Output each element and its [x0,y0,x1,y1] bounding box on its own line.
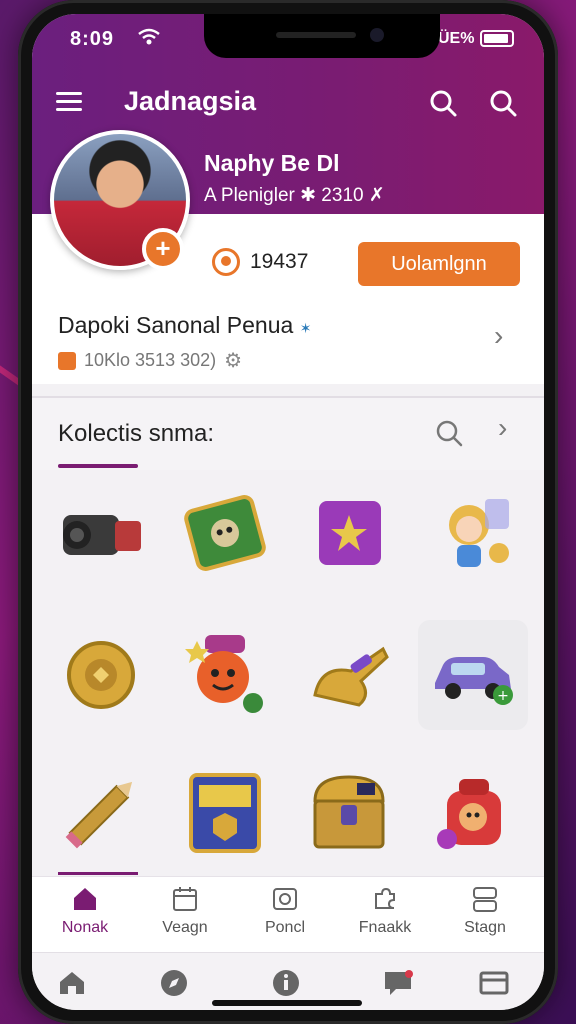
menu-icon[interactable] [56,92,82,111]
search-icon[interactable] [434,418,464,448]
collection-item[interactable] [418,480,528,590]
purple-box-icon [301,485,397,586]
gear-icon: ⚙ [224,350,243,372]
robot-box-icon [177,485,273,586]
action-button[interactable]: Uolamlgnn [358,242,520,286]
svg-text:+: + [497,688,509,704]
collection-grid: + [42,476,534,872]
tab-puzzle[interactable]: Fnaakk [340,885,430,937]
card-icon [177,765,273,866]
tab-label: Stagn [464,919,506,936]
phone-frame: 8:09 ÜE% Jadnagsia Dapoki Sanonal Penua [18,0,558,1024]
pencil-icon [53,765,149,866]
tab-bar: Nonak Veagn Poncl Fnaakk Stagn [32,876,544,952]
collection-item[interactable] [46,480,156,590]
info-title: Dapoki Sanonal Penua ✶ [58,312,311,339]
collection-item[interactable] [170,760,280,870]
collection-item[interactable] [418,760,528,870]
tab-home[interactable]: Nonak [40,885,130,937]
tab-cards[interactable]: Stagn [440,885,530,937]
home-indicator [212,1000,362,1006]
phone-screen: 8:09 ÜE% Jadnagsia Dapoki Sanonal Penua [32,14,544,1010]
collection-item[interactable] [294,620,404,730]
treasure-chest-icon [301,765,397,866]
coin-value: 19437 [250,250,309,273]
app-title: Jadnagsia [124,86,257,116]
collection-item[interactable] [170,620,280,730]
search-icon[interactable] [428,88,458,118]
battery-icon [480,30,514,47]
tag-icon [58,351,76,370]
puzzle-icon [371,885,399,913]
info-icon[interactable] [270,967,302,999]
coin-count: 19437 [212,248,308,276]
profile-name: Naphy Be Dl [204,150,340,176]
notch [204,14,440,58]
chat-icon[interactable] [382,967,414,999]
wallet-icon[interactable] [478,967,510,999]
add-badge[interactable]: + [142,228,184,270]
compass-icon[interactable] [158,967,190,999]
collection-header: Kolectis snma: › [32,398,544,470]
camera-icon [53,485,149,586]
tab-label: Poncl [264,919,306,936]
red-character-icon [425,765,521,866]
gold-shoe-icon [301,625,397,726]
collection-item[interactable] [46,760,156,870]
collection-item[interactable] [170,480,280,590]
tab-label: Nonak [61,919,109,936]
collection-item[interactable] [294,760,404,870]
tab-calendar[interactable]: Veagn [140,885,230,937]
search-icon[interactable] [488,88,518,118]
sparkle-icon: ✶ [299,320,312,336]
info-subtitle-text: 10Klo 3513 302) [84,350,217,370]
grid-underline [58,872,138,875]
tab-label: Veagn [162,919,208,936]
info-row[interactable]: Dapoki Sanonal Penua ✶ 10Klo 3513 302) ⚙… [32,294,544,384]
calendar-icon [171,885,199,913]
cards-icon [471,885,499,913]
app-bar: Jadnagsia [32,74,544,130]
battery-text: ÜE% [438,30,475,47]
collection-item[interactable] [294,480,404,590]
chevron-right-icon[interactable]: › [494,320,503,352]
info-subtitle: 10Klo 3513 302) ⚙ [58,348,242,373]
photo-icon [271,885,299,913]
collection-underline [58,464,138,468]
girl-character-icon [425,485,521,586]
collection-item[interactable] [46,620,156,730]
tab-label: Fnaakk [358,919,412,936]
status-time: 8:09 [70,28,115,50]
collection-title: Kolectis snma: [58,420,215,447]
info-title-text: Dapoki Sanonal Penua [58,312,294,338]
car-icon: + [425,625,521,726]
gold-ring-icon [53,625,149,726]
orange-character-icon [177,625,273,726]
tab-photo[interactable]: Poncl [240,885,330,937]
coin-icon [212,248,240,276]
speaker [276,32,356,38]
front-camera [370,28,384,42]
home-icon[interactable] [56,967,88,999]
collection-item[interactable]: + [418,620,528,730]
profile-subtitle: A Plenigler ✱ 2310 ✗ [204,185,385,206]
chevron-right-icon[interactable]: › [498,412,507,444]
wifi-icon [138,28,160,51]
home-icon [71,885,99,913]
